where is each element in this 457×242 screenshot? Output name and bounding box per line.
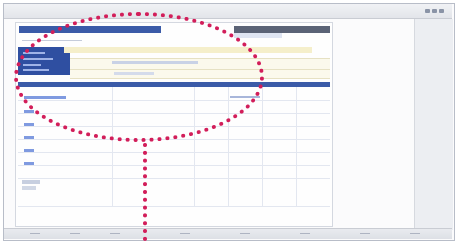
row-link[interactable] [24,162,34,165]
row-link[interactable] [24,123,34,126]
table-row[interactable] [18,152,330,153]
table-row[interactable] [18,178,330,179]
table-row[interactable] [18,165,330,166]
status-segment [360,233,370,234]
status-segment [70,233,80,234]
table-row[interactable] [18,206,330,207]
column-divider [262,87,263,207]
status-segment [110,233,120,234]
secondary-header-bar [234,26,330,33]
row-link[interactable] [24,136,34,139]
minimize-button[interactable] [425,9,430,13]
highlight-callout [14,12,264,142]
column-divider [296,87,297,207]
status-segment [30,233,40,234]
footer-label [22,186,36,190]
secondary-header-sublabel [234,33,282,38]
status-segment [410,233,420,234]
status-segment [180,233,190,234]
footer-label [22,180,40,184]
close-button[interactable] [439,9,444,13]
row-link[interactable] [24,149,34,152]
status-segment [240,233,250,234]
title-bar [4,4,452,19]
right-side-panel [414,19,453,230]
callout-connector [143,143,149,241]
status-segment [300,233,310,234]
maximize-button[interactable] [432,9,437,13]
window-controls [425,9,444,13]
